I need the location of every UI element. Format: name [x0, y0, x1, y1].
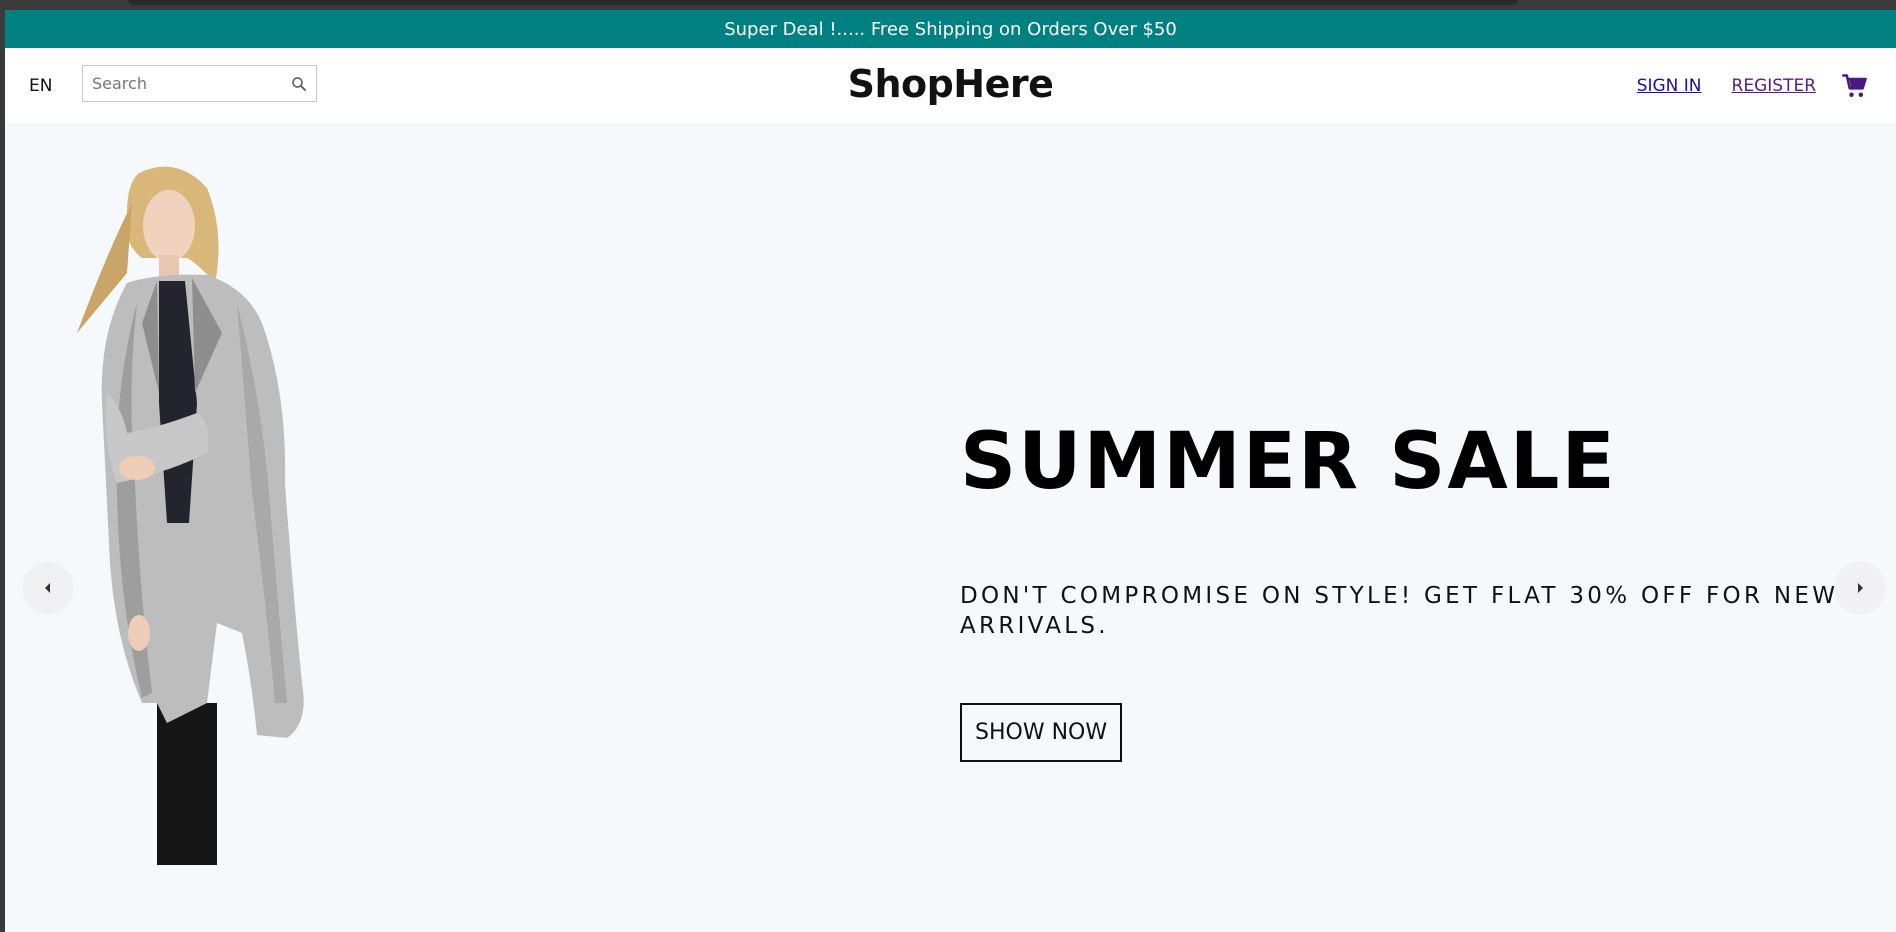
show-now-button[interactable]: SHOW NOW: [960, 703, 1123, 762]
slider-prev-button[interactable]: [22, 562, 74, 614]
site-logo[interactable]: ShopHere: [5, 62, 1896, 106]
page: Super Deal !..... Free Shipping on Order…: [5, 10, 1896, 932]
navbar: EN ShopHere SIGN IN REGISTER: [5, 48, 1896, 123]
register-link[interactable]: REGISTER: [1732, 76, 1816, 96]
hero-description: DON'T COMPROMISE ON STYLE! GET FLAT 30% …: [960, 583, 1839, 639]
announcement-bar: Super Deal !..... Free Shipping on Order…: [5, 10, 1896, 48]
arrow-right-icon: [1858, 583, 1863, 593]
slider-next-button[interactable]: [1834, 562, 1886, 614]
announcement-text: Super Deal !..... Free Shipping on Order…: [724, 18, 1177, 40]
hero-model-image: [77, 166, 304, 865]
sign-in-link[interactable]: SIGN IN: [1637, 76, 1702, 96]
browser-chrome: [0, 0, 1896, 10]
hero-content: SUMMER SALE DON'T COMPROMISE ON STYLE! G…: [960, 423, 1860, 762]
arrow-left-icon: [45, 583, 50, 593]
hero-title: SUMMER SALE: [960, 417, 1617, 507]
auth-links: SIGN IN REGISTER: [1637, 76, 1816, 96]
hero-slider: SUMMER SALE DON'T COMPROMISE ON STYLE! G…: [5, 123, 1896, 932]
shopping-cart-icon[interactable]: [1840, 72, 1870, 100]
browser-tabstrip: [128, 0, 1518, 5]
